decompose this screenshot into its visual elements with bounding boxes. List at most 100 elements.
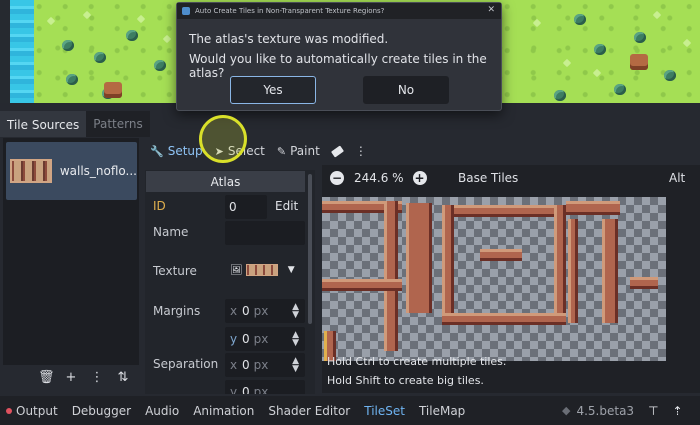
dock-tab-label: Output [16, 403, 58, 418]
close-icon[interactable]: ✕ [487, 5, 495, 15]
wall-tile [568, 219, 578, 323]
margins-y-value: 0 [242, 332, 250, 346]
version-area: ◆ 4.5.beta3 ⊤ ⇡ [562, 396, 683, 425]
tile-sources-list[interactable]: walls_noflo... [3, 138, 139, 365]
spin-arrows-icon[interactable]: ▲ ▼ [292, 331, 299, 348]
yes-button[interactable]: Yes [230, 76, 316, 104]
separation-y-field[interactable]: y 0 px [225, 380, 305, 394]
flower-sprite [136, 14, 146, 24]
wall-tile [322, 279, 402, 291]
water-strip [10, 0, 34, 103]
flower-sprite [46, 16, 56, 26]
hint-shift: Hold Shift to create big tiles. [327, 374, 484, 387]
inspector-header: Atlas [146, 171, 305, 192]
no-button[interactable]: No [363, 76, 449, 104]
bush-sprite [94, 52, 106, 63]
stump-sprite [104, 82, 122, 98]
dock-tab-animation[interactable]: Animation [186, 404, 261, 418]
wall-tile [630, 277, 658, 289]
flower-sprite [592, 68, 602, 78]
wall-tile [442, 205, 454, 325]
wall-tile [442, 313, 566, 325]
atlas-texture-canvas[interactable] [322, 197, 666, 361]
x-axis-label: x [230, 358, 238, 372]
dock-tab-output[interactable]: Output [0, 404, 65, 418]
dialog-message-line1: The atlas's texture was modified. [189, 32, 389, 46]
update-icon: ◆ [562, 404, 571, 417]
id-field[interactable]: 0 [225, 195, 267, 219]
auto-create-tiles-dialog: Auto Create Tiles in Non-Transparent Tex… [176, 2, 502, 111]
tab-tile-sources[interactable]: Tile Sources [0, 111, 87, 137]
editor-window: Auto Create Tiles in Non-Transparent Tex… [0, 0, 700, 425]
dock-tab-tileset[interactable]: TileSet [357, 404, 412, 418]
flower-sprite [532, 18, 542, 28]
id-label: ID [153, 199, 166, 213]
px-unit: px [253, 358, 269, 372]
spin-arrows-icon[interactable]: ▲ ▼ [292, 303, 299, 320]
wrench-icon: 🔧 [150, 144, 164, 158]
edit-id-button[interactable]: Edit [275, 199, 298, 213]
dialog-title: Auto Create Tiles in Non-Transparent Tex… [195, 7, 385, 15]
paint-button[interactable]: ✎ Paint [271, 140, 326, 162]
add-source-icon[interactable]: + [64, 370, 78, 385]
px-unit: px [253, 385, 269, 394]
flower-sprite [682, 38, 692, 48]
bush-sprite [62, 40, 74, 51]
godot-app-icon [182, 7, 190, 15]
source-tools: 🗑 + ⋮ ⇅ [38, 370, 130, 385]
atlas-inspector: Atlas ID 0 Edit Name Texture 🖼 ▼ Margins… [145, 170, 315, 394]
margins-label: Margins [153, 304, 201, 318]
wall-tile [480, 249, 522, 261]
separation-x-field[interactable]: x 0 px ▲ ▼ [225, 353, 305, 377]
texture-icon: 🖼 [230, 264, 243, 276]
name-field[interactable] [225, 221, 305, 245]
select-label: Select [227, 144, 265, 158]
more-options-icon: ⋮ [354, 144, 367, 158]
more-options-button[interactable]: ⋮ [349, 140, 373, 162]
separation-x-value: 0 [242, 358, 250, 372]
wall-tile [602, 219, 618, 323]
eraser-icon [330, 144, 344, 158]
setup-button[interactable]: 🔧 Setup [144, 140, 209, 162]
inspector-scrollbar[interactable] [308, 174, 312, 324]
bush-sprite [594, 44, 606, 55]
dock-tab-tilemap[interactable]: TileMap [412, 404, 472, 418]
zoom-in-button[interactable]: + [412, 170, 427, 185]
pin-icon[interactable]: ⊤ [648, 404, 658, 418]
source-thumbnail [10, 159, 52, 183]
texture-label: Texture [153, 264, 197, 278]
zoom-out-button[interactable]: − [330, 170, 344, 185]
tab-patterns[interactable]: Patterns [86, 111, 150, 137]
brush-icon: ✎ [276, 144, 287, 158]
source-name: walls_noflo... [59, 164, 137, 178]
expand-panel-icon[interactable]: ⇡ [673, 404, 683, 418]
dock-tab-debugger[interactable]: Debugger [65, 404, 138, 418]
tileset-toolbar: 🔧 Setup ➤ Select ✎ Paint ⋮ [144, 140, 373, 162]
eraser-button[interactable] [326, 140, 349, 162]
stump-sprite [630, 54, 648, 70]
select-button[interactable]: ➤ Select [209, 140, 271, 162]
bush-sprite [574, 14, 586, 25]
separation-label: Separation [153, 357, 219, 371]
viewport-edge [0, 0, 10, 103]
px-unit: px [253, 304, 269, 318]
base-tiles-title: Base Tiles [458, 171, 519, 185]
sort-sources-icon[interactable]: ⇅ [116, 370, 130, 385]
margins-y-field[interactable]: y 0 px ▲ ▼ [225, 327, 305, 351]
id-value: 0 [229, 200, 237, 214]
tileset-panel: Tile Sources Patterns walls_noflo... 🗑 +… [0, 103, 700, 396]
dock-tab-shader-editor[interactable]: Shader Editor [261, 404, 357, 418]
flower-sprite [162, 34, 172, 44]
source-menu-icon[interactable]: ⋮ [90, 370, 104, 385]
flower-sprite [562, 58, 572, 68]
bush-sprite [154, 60, 166, 71]
texture-picker[interactable]: 🖼 ▼ [225, 258, 305, 282]
margins-x-field[interactable]: x 0 px ▲ ▼ [225, 299, 305, 323]
name-label: Name [153, 225, 189, 239]
dialog-titlebar: Auto Create Tiles in Non-Transparent Tex… [177, 3, 501, 19]
source-item[interactable]: walls_noflo... [6, 142, 137, 200]
spin-arrows-icon[interactable]: ▲ ▼ [292, 357, 299, 374]
dock-tab-audio[interactable]: Audio [138, 404, 186, 418]
y-axis-label: y [230, 332, 238, 346]
delete-source-icon[interactable]: 🗑 [38, 370, 55, 385]
